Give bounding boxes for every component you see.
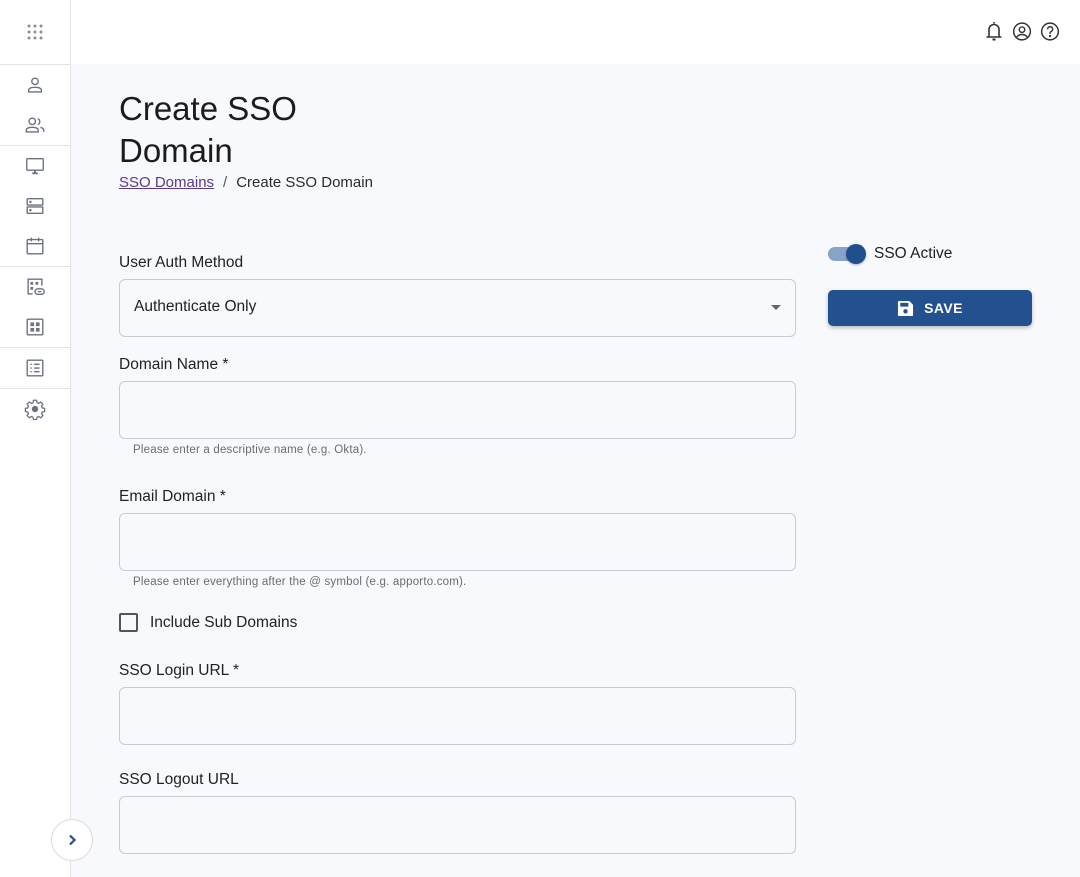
toggle-thumb bbox=[846, 244, 866, 264]
auth-method-value: Authenticate Only bbox=[134, 298, 257, 315]
sidebar-item-desktops[interactable] bbox=[0, 146, 70, 186]
include-sub-domains-option[interactable]: Include Sub Domains bbox=[119, 613, 297, 632]
sidebar-group-users bbox=[0, 65, 70, 146]
chevron-right-icon bbox=[69, 834, 77, 846]
sso-logout-url-label: SSO Logout URL bbox=[119, 771, 239, 788]
save-icon bbox=[898, 300, 914, 316]
breadcrumb-separator: / bbox=[223, 174, 228, 191]
breadcrumb: SSO Domains / Create SSO Domain bbox=[119, 174, 373, 191]
server-icon bbox=[26, 197, 44, 215]
sso-logout-url-input[interactable] bbox=[119, 796, 796, 854]
help-icon bbox=[1040, 21, 1060, 41]
save-button[interactable]: SAVE bbox=[828, 290, 1032, 326]
domain-name-helper: Please enter a descriptive name (e.g. Ok… bbox=[133, 444, 367, 456]
include-sub-domains-checkbox[interactable] bbox=[119, 613, 138, 632]
top-bar bbox=[71, 0, 1080, 64]
email-domain-label: Email Domain * bbox=[119, 488, 226, 505]
email-domain-input[interactable] bbox=[119, 513, 796, 571]
sso-active-label: SSO Active bbox=[874, 245, 953, 262]
dropdown-arrow-icon bbox=[771, 305, 781, 310]
calendar-icon bbox=[26, 237, 44, 255]
domain-name-input[interactable] bbox=[119, 381, 796, 439]
toggle-switch[interactable] bbox=[828, 244, 866, 264]
main-content: Create SSO Domain SSO Domains / Create S… bbox=[71, 64, 1080, 877]
sso-active-toggle[interactable]: SSO Active bbox=[828, 244, 953, 264]
sidebar-item-calendar[interactable] bbox=[0, 226, 70, 266]
sidebar-expand-button[interactable] bbox=[51, 819, 93, 861]
user-icon bbox=[27, 77, 43, 93]
sidebar-item-user[interactable] bbox=[0, 65, 70, 105]
list-icon bbox=[26, 359, 44, 377]
sidebar-item-users[interactable] bbox=[0, 105, 70, 145]
monitor-icon bbox=[26, 157, 44, 175]
users-icon bbox=[25, 117, 45, 133]
account-icon bbox=[1012, 21, 1032, 41]
sso-login-url-label: SSO Login URL * bbox=[119, 662, 240, 679]
help-button[interactable] bbox=[1040, 20, 1060, 42]
sidebar-item-lists[interactable] bbox=[0, 348, 70, 388]
include-sub-domains-label: Include Sub Domains bbox=[150, 613, 298, 631]
save-label: SAVE bbox=[924, 300, 963, 316]
apps-grid-icon bbox=[27, 24, 43, 40]
page-title: Create SSO Domain bbox=[119, 90, 297, 169]
apps-icon bbox=[26, 318, 44, 336]
sidebar-item-settings[interactable] bbox=[0, 389, 70, 429]
sidebar bbox=[0, 0, 71, 877]
sidebar-item-servers[interactable] bbox=[0, 186, 70, 226]
sidebar-item-linked-apps[interactable] bbox=[0, 267, 70, 307]
gear-icon bbox=[24, 399, 46, 420]
account-button[interactable] bbox=[1012, 20, 1032, 42]
breadcrumb-link-sso-domains[interactable]: SSO Domains bbox=[119, 174, 214, 191]
sidebar-group-resources bbox=[0, 146, 70, 267]
bell-icon bbox=[986, 22, 1002, 41]
breadcrumb-current: Create SSO Domain bbox=[236, 174, 373, 191]
notifications-button[interactable] bbox=[984, 20, 1004, 42]
apps-launcher[interactable] bbox=[0, 0, 70, 65]
sidebar-group-settings bbox=[0, 389, 70, 429]
linked-apps-icon bbox=[27, 278, 45, 296]
sidebar-group-apps bbox=[0, 267, 70, 348]
auth-method-select[interactable]: Authenticate Only bbox=[119, 279, 796, 337]
auth-method-label: User Auth Method bbox=[119, 254, 244, 271]
sidebar-item-apps[interactable] bbox=[0, 307, 70, 347]
email-domain-helper: Please enter everything after the @ symb… bbox=[133, 576, 467, 588]
sso-login-url-input[interactable] bbox=[119, 687, 796, 745]
domain-name-label: Domain Name * bbox=[119, 356, 229, 373]
header-actions bbox=[984, 20, 1060, 42]
sidebar-group-lists bbox=[0, 348, 70, 389]
